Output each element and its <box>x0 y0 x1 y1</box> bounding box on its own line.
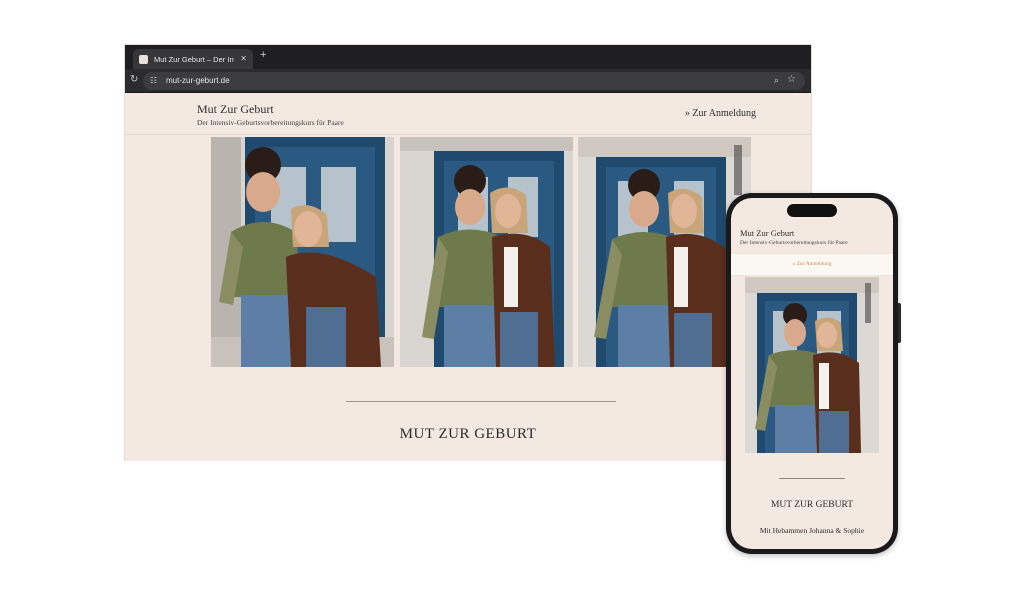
mobile-nav-bar: » Zur Anmeldung <box>731 253 893 276</box>
registration-link[interactable]: » Zur Anmeldung <box>685 108 756 119</box>
toolbar: ↻ ☷ mut-zur-geburt.de ⌕ ☆ <box>125 69 811 93</box>
gallery-photo-1 <box>211 137 394 367</box>
photo-gallery <box>211 137 751 367</box>
phone-side-button <box>898 303 901 343</box>
browser-window: Mut Zur Geburt – Der Intensiv… ✕ + ↻ ☷ m… <box>124 44 812 461</box>
url-text[interactable]: mut-zur-geburt.de <box>166 76 230 85</box>
bookmark-star-icon[interactable]: ☆ <box>787 74 796 85</box>
tab-title: Mut Zur Geburt – Der Intensiv… <box>154 54 234 64</box>
mobile-hero-subtitle: Mit Hebammen Johanna & Sophie <box>759 526 865 535</box>
site-header: Mut Zur Geburt Der Intensiv-Geburtsvorbe… <box>125 93 811 135</box>
zoom-icon[interactable]: ⌕ <box>774 75 779 86</box>
hero-title: MUT ZUR GEBURT <box>399 426 537 442</box>
mobile-registration-link[interactable]: » Zur Anmeldung <box>731 261 893 267</box>
address-bar[interactable]: ☷ mut-zur-geburt.de ⌕ ☆ <box>143 72 805 90</box>
reload-icon[interactable]: ↻ <box>130 74 138 85</box>
site-tagline: Der Intensiv-Geburtsvorbereitungskurs fü… <box>197 118 344 127</box>
mobile-hero-photo <box>745 277 879 453</box>
web-page: Mut Zur Geburt Der Intensiv-Geburtsvorbe… <box>125 93 811 461</box>
new-tab-button[interactable]: + <box>260 50 266 61</box>
phone-mockup: Mut Zur Geburt Der Intensiv-Geburtsvorbe… <box>726 193 901 554</box>
gallery-photo-2 <box>400 137 573 367</box>
section-divider <box>346 401 616 402</box>
site-title[interactable]: Mut Zur Geburt <box>197 102 274 117</box>
mobile-site-tagline: Der Intensiv-Geburtsvorbereitungskurs fü… <box>740 240 848 246</box>
mobile-hero-title: MUT ZUR GEBURT <box>770 500 854 510</box>
tab-bar: Mut Zur Geburt – Der Intensiv… ✕ + <box>125 45 811 69</box>
favicon-icon <box>139 54 148 64</box>
mobile-site-title[interactable]: Mut Zur Geburt <box>740 228 794 238</box>
close-icon[interactable]: ✕ <box>240 55 247 63</box>
phone-screen: Mut Zur Geburt Der Intensiv-Geburtsvorbe… <box>731 198 893 549</box>
mobile-section-divider <box>779 478 845 479</box>
browser-tab[interactable]: Mut Zur Geburt – Der Intensiv… ✕ <box>133 49 253 69</box>
dynamic-island <box>787 204 837 217</box>
site-info-icon[interactable]: ☷ <box>150 76 157 85</box>
